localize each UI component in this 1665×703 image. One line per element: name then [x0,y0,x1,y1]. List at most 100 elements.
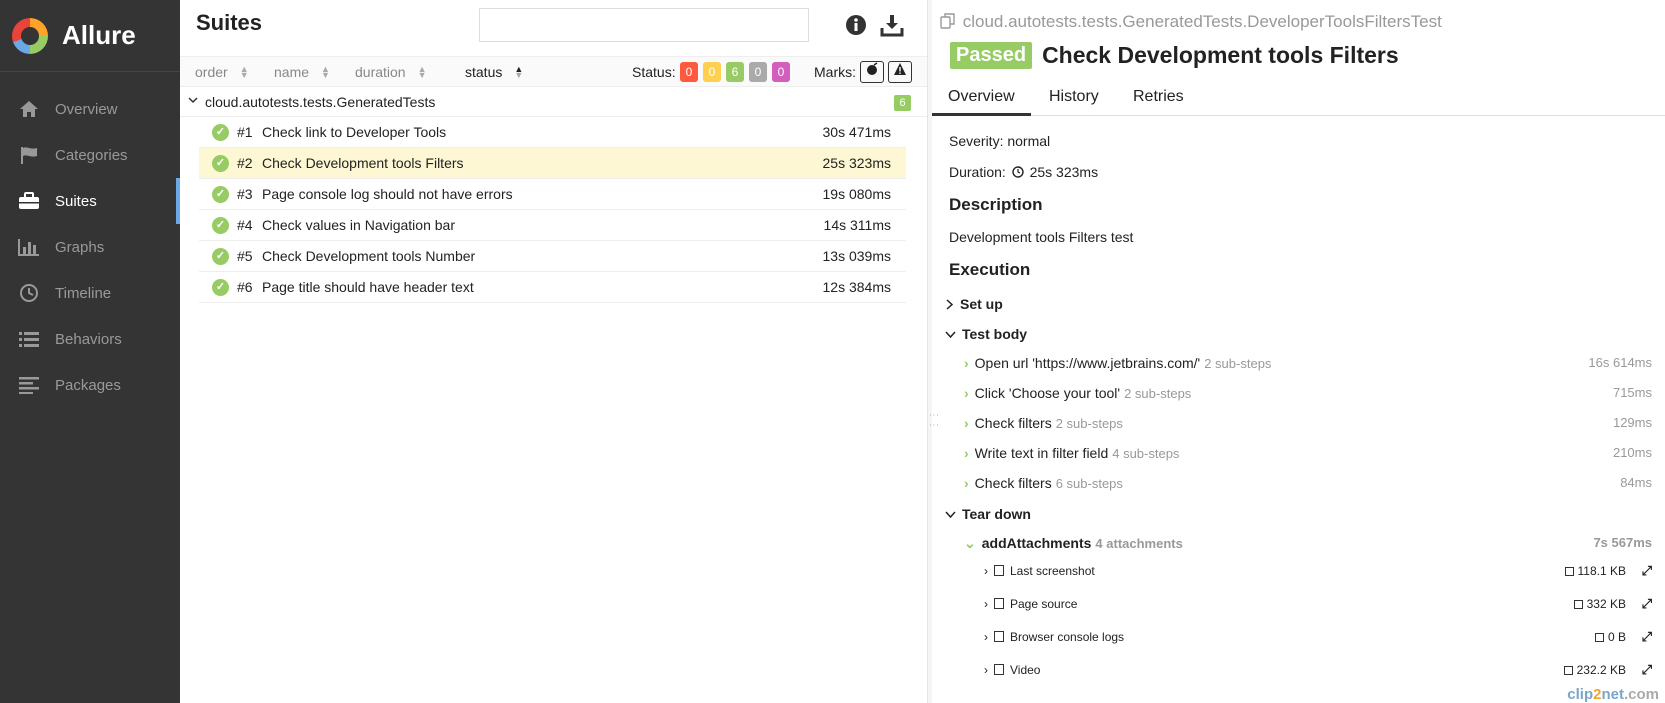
status-passed-badge[interactable]: 6 [726,62,744,82]
passed-check-icon: ✓ [212,155,229,172]
test-name: Check values in Navigation bar [262,217,455,233]
test-name: Check Development tools Number [262,248,476,264]
teardown-step-row[interactable]: ⌄ addAttachments 4 attachments 7s 567ms [964,535,1652,557]
warning-mark-icon[interactable] [888,61,912,83]
step-row[interactable]: › Check filters 6 sub-steps 84ms [964,475,1652,497]
attachment-size: 0 B [1594,630,1626,644]
step-name: Write text in filter field [974,445,1109,461]
suite-group-name: cloud.autotests.tests.GeneratedTests [205,94,436,110]
test-body-section[interactable]: Test body [945,326,1027,342]
step-name: Check filters [974,415,1052,431]
description-heading: Description [949,195,1043,214]
expand-icon[interactable]: ⤢ [1642,596,1652,612]
copy-icon[interactable] [940,13,956,29]
chevron-right-icon: › [984,564,988,578]
sort-label: status [465,64,503,80]
sidebar-item-label: Categories [55,146,128,164]
test-number: #3 [237,186,253,202]
sidebar-item-behaviors[interactable]: Behaviors [0,316,180,362]
sort-label: order [195,64,228,80]
list-icon [18,328,40,350]
test-row[interactable]: ✓ #6 Page title should have header text … [199,272,906,303]
status-failed-badge[interactable]: 0 [680,62,698,82]
tab-history[interactable]: History [1049,88,1099,106]
test-row[interactable]: ✓ #4 Check values in Navigation bar 14s … [199,210,906,241]
sidebar-item-suites[interactable]: Suites [0,178,180,224]
suites-header: Suites [180,0,927,56]
test-duration: 13s 039ms [822,248,891,264]
step-row[interactable]: › Check filters 2 sub-steps 129ms [964,415,1652,437]
test-row-selected[interactable]: ✓ #2 Check Development tools Filters 25s… [199,148,906,179]
test-name: Page console log should not have errors [262,186,513,202]
tab-overview[interactable]: Overview [932,88,1031,116]
test-row[interactable]: ✓ #5 Check Development tools Number 13s … [199,241,906,272]
step-row[interactable]: › Write text in filter field 4 sub-steps 2… [964,445,1652,467]
watermark-part: net [1601,686,1624,703]
sidebar-item-label: Behaviors [55,330,122,348]
allure-report: Allure Overview Categories Suites Graphs… [0,0,1665,703]
brand[interactable]: Allure [0,0,180,72]
test-body-label: Test body [962,326,1028,342]
status-broken-badge[interactable]: 0 [703,62,721,82]
save-icon [1594,633,1604,642]
setup-section[interactable]: Set up [945,296,1003,312]
passed-check-icon: ✓ [212,248,229,265]
setup-label: Set up [960,296,1003,312]
passed-check-icon: ✓ [212,279,229,296]
test-duration: 25s 323ms [822,155,891,171]
sidebar-item-timeline[interactable]: Timeline [0,270,180,316]
passed-check-icon: ✓ [212,186,229,203]
expand-icon[interactable]: ⤢ [1642,629,1652,645]
step-duration: 84ms [1620,475,1652,490]
sidebar: Allure Overview Categories Suites Graphs… [0,0,180,703]
suite-group-row[interactable]: cloud.autotests.tests.GeneratedTests 6 [180,87,927,117]
attachment-name: Browser console logs [1010,630,1125,644]
teardown-label: Tear down [962,506,1031,522]
info-icon[interactable] [845,14,869,38]
size-value: 118.1 KB [1577,564,1626,578]
sort-caret-icon: ▲ ▼ [417,64,427,80]
sidebar-item-graphs[interactable]: Graphs [0,224,180,270]
test-row[interactable]: ✓ #1 Check link to Developer Tools 30s 4… [199,117,906,148]
step-row[interactable]: › Open url 'https://www.jetbrains.com/' 2 … [964,355,1652,377]
test-path: cloud.autotests.tests.GeneratedTests.Dev… [962,12,1442,31]
flag-icon [18,144,40,166]
attachment-row[interactable]: › Page source 332 KB ⤢ [984,596,1652,619]
sidebar-item-categories[interactable]: Categories [0,132,180,178]
download-icon[interactable] [880,14,904,38]
chevron-right-icon: › [964,475,969,491]
watermark: clip2net.com [1567,686,1659,703]
sort-status[interactable]: status ▲ ▼ [465,64,523,80]
test-row[interactable]: ✓ #3 Page console log should not have er… [199,179,906,210]
sort-label: name [274,64,310,80]
sidebar-item-packages[interactable]: Packages [0,362,180,408]
teardown-section[interactable]: Tear down [945,506,1031,522]
test-title: Check Development tools Filters [1042,42,1399,68]
size-value: 332 KB [1586,597,1626,611]
sort-name[interactable]: name ▲ ▼ [274,64,330,80]
attachment-name: Video [1010,663,1041,677]
sidebar-item-overview[interactable]: Overview [0,86,180,132]
status-skipped-badge[interactable]: 0 [749,62,767,82]
flaky-mark-icon[interactable] [860,61,884,83]
execution-heading: Execution [949,260,1031,279]
test-duration: 19s 080ms [822,186,891,202]
passed-check-icon: ✓ [212,217,229,234]
step-duration: 16s 614ms [1588,355,1652,370]
search-input[interactable] [479,8,809,42]
chevron-down-icon [945,330,956,338]
expand-icon[interactable]: ⤢ [1642,662,1652,678]
attachment-row[interactable]: › Video 232.2 KB ⤢ [984,662,1652,685]
test-number: #6 [237,279,253,295]
attachment-row[interactable]: › Last screenshot 118.1 KB ⤢ [984,563,1652,586]
sidebar-item-label: Packages [55,376,121,394]
status-unknown-badge[interactable]: 0 [772,62,790,82]
attachment-row[interactable]: › Browser console logs 0 B ⤢ [984,629,1652,652]
step-row[interactable]: › Click 'Choose your tool' 2 sub-steps 715… [964,385,1652,407]
expand-icon[interactable]: ⤢ [1642,563,1652,579]
step-substeps: 4 sub-steps [1112,446,1180,461]
tab-retries[interactable]: Retries [1133,88,1184,106]
sort-duration[interactable]: duration ▲ ▼ [355,64,427,80]
allure-logo-icon [12,17,48,54]
sort-order[interactable]: order ▲ ▼ [195,64,249,80]
